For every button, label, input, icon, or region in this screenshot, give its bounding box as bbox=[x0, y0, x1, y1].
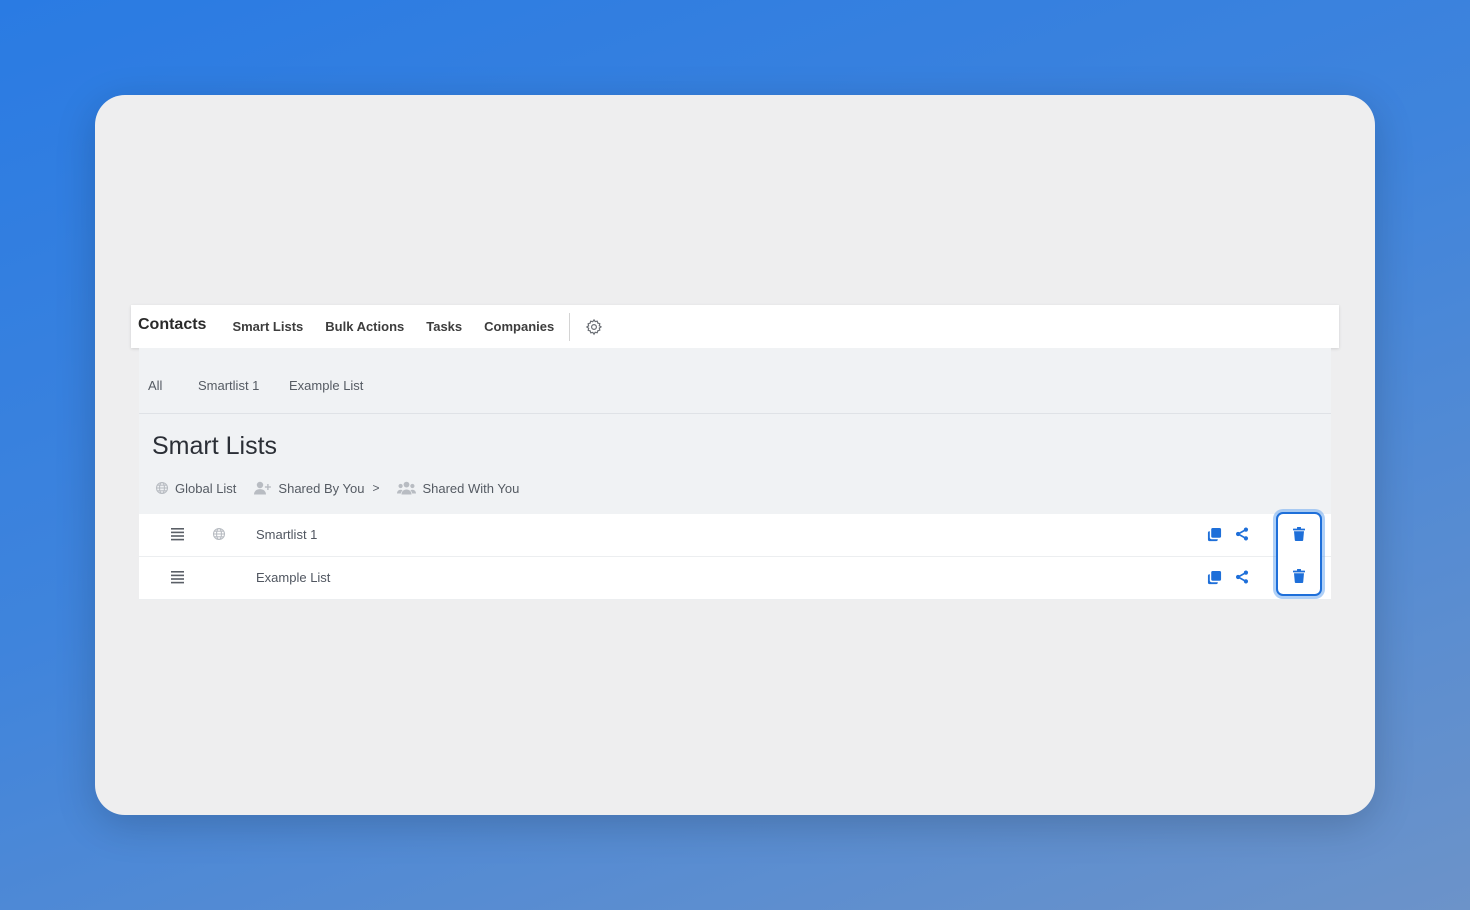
smart-list-table: Smartlist 1 Example List bbox=[139, 514, 1331, 600]
smart-lists-panel: All Smartlist 1 Example List Smart Lists… bbox=[139, 348, 1331, 600]
list-row[interactable]: Example List bbox=[139, 557, 1331, 600]
copy-icon[interactable] bbox=[1207, 527, 1222, 547]
copy-icon[interactable] bbox=[1207, 570, 1222, 590]
list-tabs: All Smartlist 1 Example List bbox=[139, 348, 1331, 414]
nav-smart-lists[interactable]: Smart Lists bbox=[232, 319, 303, 334]
share-icon[interactable] bbox=[1235, 570, 1249, 589]
delete-actions-highlight bbox=[1276, 512, 1322, 596]
page-title: Smart Lists bbox=[152, 432, 278, 460]
nav-divider bbox=[569, 312, 571, 341]
filter-shared-by-you[interactable]: Shared By You > bbox=[254, 481, 379, 496]
globe-icon bbox=[212, 527, 226, 546]
share-icon[interactable] bbox=[1235, 527, 1249, 546]
trash-icon[interactable] bbox=[1293, 527, 1305, 546]
top-navigation: Contacts Smart Lists Bulk Actions Tasks … bbox=[131, 305, 1339, 348]
users-icon bbox=[397, 481, 417, 495]
nav-bulk-actions[interactable]: Bulk Actions bbox=[325, 319, 404, 334]
filter-shared-with-you[interactable]: Shared With You bbox=[397, 481, 519, 496]
drag-handle-icon[interactable] bbox=[171, 527, 184, 546]
filter-global-label: Global List bbox=[175, 480, 237, 496]
chevron-right-icon: > bbox=[372, 481, 380, 495]
list-name[interactable]: Smartlist 1 bbox=[256, 527, 317, 542]
list-row[interactable]: Smartlist 1 bbox=[139, 514, 1331, 557]
nav-tasks[interactable]: Tasks bbox=[426, 319, 462, 334]
filter-global-list[interactable]: Global List bbox=[155, 481, 236, 496]
list-filters: Global List Shared By You > Shared With … bbox=[155, 480, 519, 496]
drag-handle-icon[interactable] bbox=[171, 570, 184, 589]
tab-example-list[interactable]: Example List bbox=[289, 378, 363, 393]
app-title: Contacts bbox=[138, 315, 207, 333]
globe-icon bbox=[155, 481, 169, 495]
tab-all[interactable]: All bbox=[148, 378, 162, 393]
tab-smartlist-1[interactable]: Smartlist 1 bbox=[198, 378, 259, 393]
user-plus-icon bbox=[254, 481, 272, 495]
gear-icon[interactable] bbox=[585, 318, 603, 336]
filter-shared-with-you-label: Shared With You bbox=[422, 480, 520, 496]
filter-shared-by-you-label: Shared By You bbox=[278, 480, 365, 496]
nav-companies[interactable]: Companies bbox=[484, 319, 554, 334]
trash-icon[interactable] bbox=[1293, 569, 1305, 588]
list-name[interactable]: Example List bbox=[256, 570, 330, 585]
